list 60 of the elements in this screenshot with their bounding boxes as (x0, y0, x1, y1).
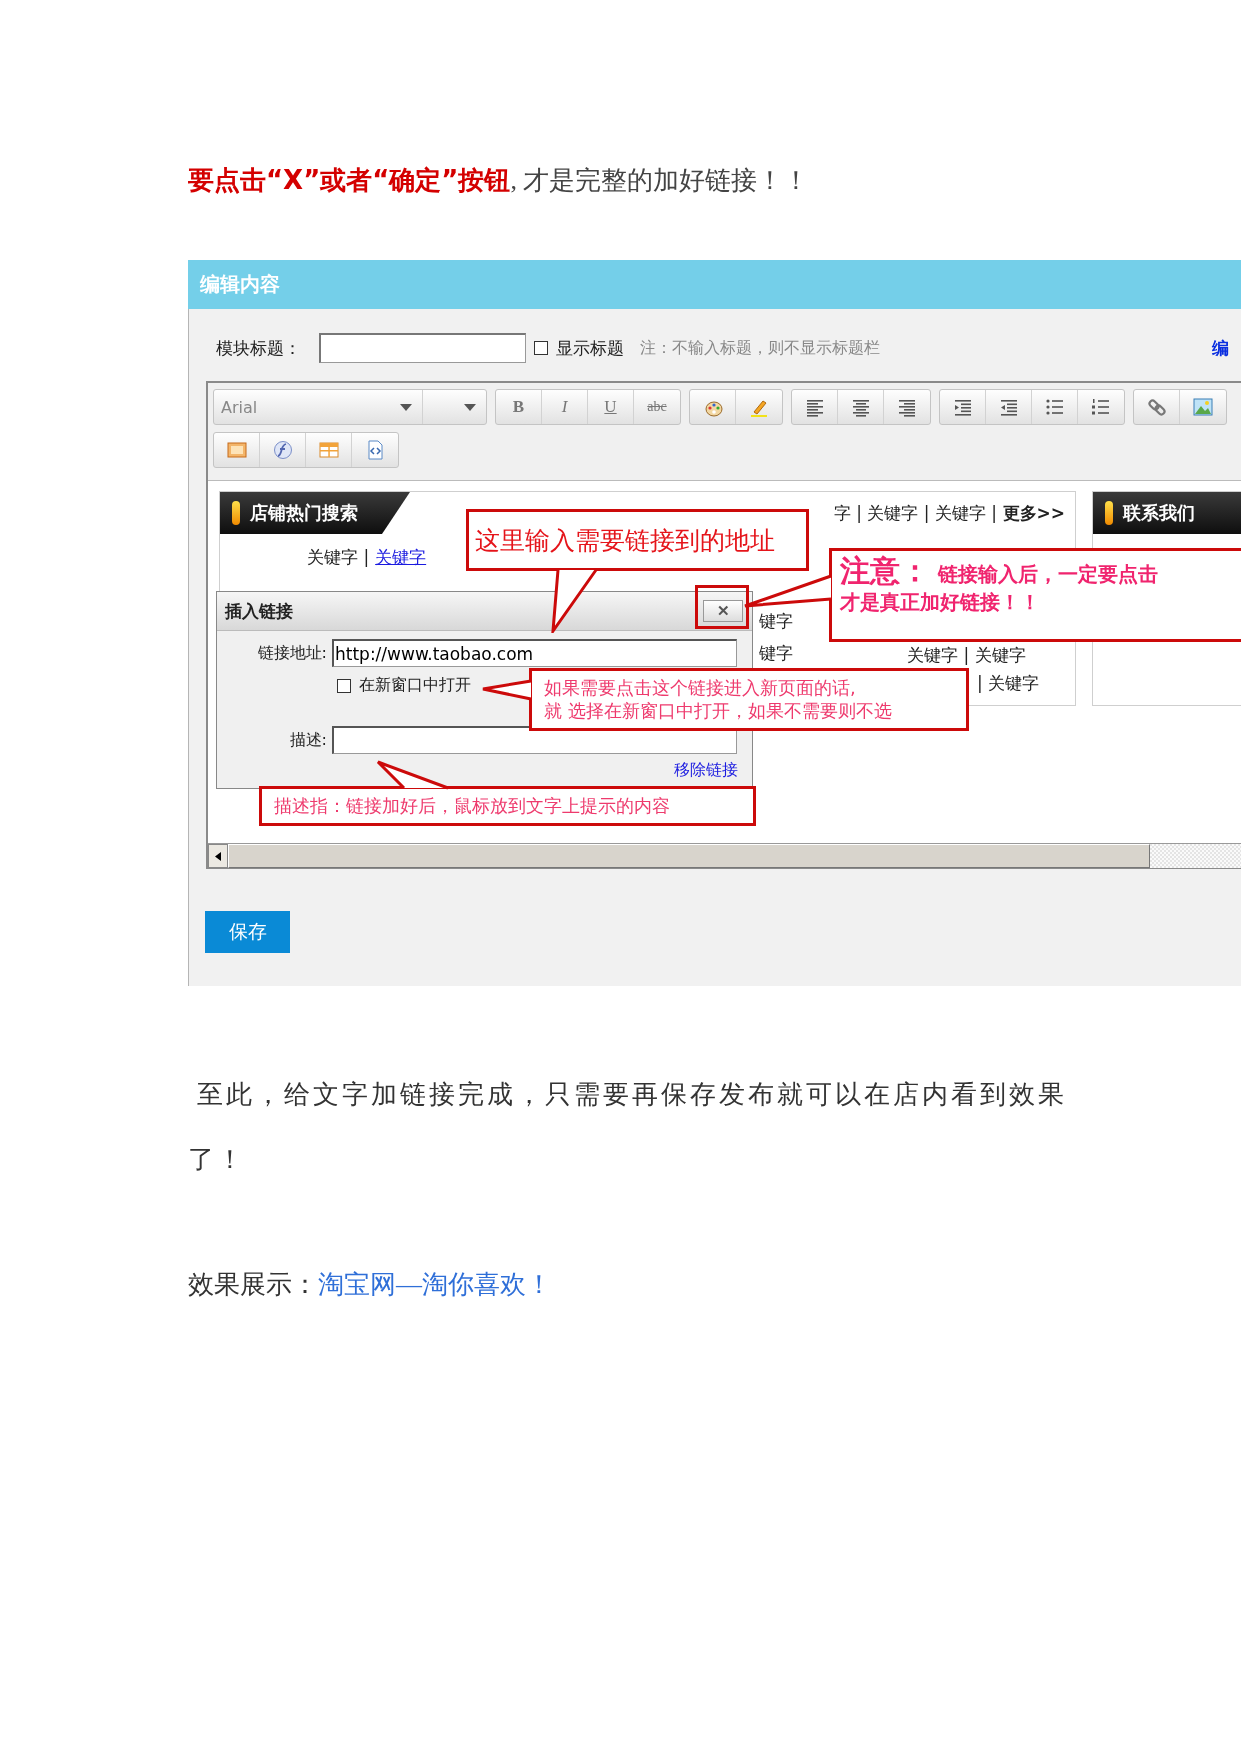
keyword-text: 关键字 | 关键字 (907, 645, 1026, 665)
scroll-left-button[interactable] (208, 844, 228, 868)
table-icon (318, 440, 339, 460)
checkbox-label: 显示标题 (556, 336, 624, 360)
callout-text: 链接输入后，一定要点击 (938, 562, 1158, 586)
keyword-links: 字 | 关键字 | 关键字 | 更多>> (833, 501, 1065, 525)
callout-text: 描述指：链接加好后，鼠标放到文字上提示的内容 (274, 794, 671, 817)
url-input-field[interactable]: http://www.taobao.com (332, 639, 737, 667)
checkbox[interactable] (337, 678, 351, 693)
checkbox-label: 在新窗口中打开 (359, 675, 471, 696)
bold-button[interactable]: B (496, 390, 542, 424)
edit-link[interactable]: 编 (1212, 336, 1229, 360)
strikethrough-button[interactable]: abc (634, 390, 680, 424)
remove-link[interactable]: 移除链接 (674, 760, 738, 779)
align-right-icon (897, 397, 917, 417)
swoosh-circle-icon (272, 440, 293, 460)
keyword-text: 关键字 | (307, 546, 370, 569)
field-label: 描述: (288, 729, 327, 751)
left-arrow-icon (215, 851, 221, 861)
picture-frame-icon (226, 440, 247, 460)
checkbox[interactable] (534, 341, 548, 355)
title-input-field[interactable] (319, 333, 526, 363)
caret-icon (464, 403, 476, 411)
keyword-link[interactable]: 关键字 (375, 546, 427, 569)
hint-text: 注：不输入标题，则不显示标题栏 (640, 337, 880, 359)
callout-text: 才是真正加好链接！！ (840, 589, 1040, 616)
section-title: 店铺热门搜索 (250, 501, 358, 525)
keyword-text: | 关键字 (977, 673, 1040, 693)
image-icon (1193, 397, 1213, 417)
body-paragraph: 效果展示：淘宝网—淘你喜欢！ (188, 1269, 552, 1301)
field-label: 链接地址: (256, 642, 327, 664)
close-button[interactable]: ✕ (703, 600, 743, 622)
bulleted-list-icon (1044, 397, 1065, 417)
font-dropdown[interactable]: Arial (214, 390, 423, 424)
italic-button[interactable]: I (542, 390, 588, 424)
save-button[interactable]: 保存 (205, 911, 290, 953)
panel-title: 编辑内容 (200, 271, 280, 298)
marker-icon (232, 501, 240, 525)
demo-link[interactable]: 淘宝网—淘你喜欢！ (318, 1270, 552, 1299)
callout-text: 如果需要点击这个链接进入新页面的话, 就 选择在新窗口中打开，如果不需要则不选 (544, 676, 893, 722)
field-label: 模块标题： (216, 336, 302, 360)
keyword-text: 键字 (759, 643, 793, 663)
outdent-icon (998, 397, 1019, 417)
indent-icon (952, 397, 973, 417)
underline-button[interactable]: U (588, 390, 634, 424)
instruction-text: 要点击“X”或者“确定”按钮, 才是完整的加好链接！！ (188, 164, 810, 197)
align-left-icon (804, 397, 825, 417)
callout-text: 这里输入需要链接到的地址 (475, 524, 775, 557)
callout-heading: 注意： (840, 553, 930, 588)
body-paragraph: 至此，给文字加链接完成，只需要再保存发布就可以在店内看到效果了！ (188, 1079, 1068, 1176)
caret-icon (400, 403, 412, 411)
numbered-list-icon (1091, 397, 1111, 417)
chain-link-icon (1146, 397, 1167, 417)
highlight-frame (695, 585, 749, 629)
keyword-text: 键字 (759, 611, 793, 631)
marker-icon (1105, 501, 1113, 525)
code-file-icon (365, 440, 385, 460)
align-center-icon (850, 397, 871, 417)
dialog-title: 插入链接 (225, 599, 293, 623)
section-title: 联系我们 (1123, 501, 1195, 525)
